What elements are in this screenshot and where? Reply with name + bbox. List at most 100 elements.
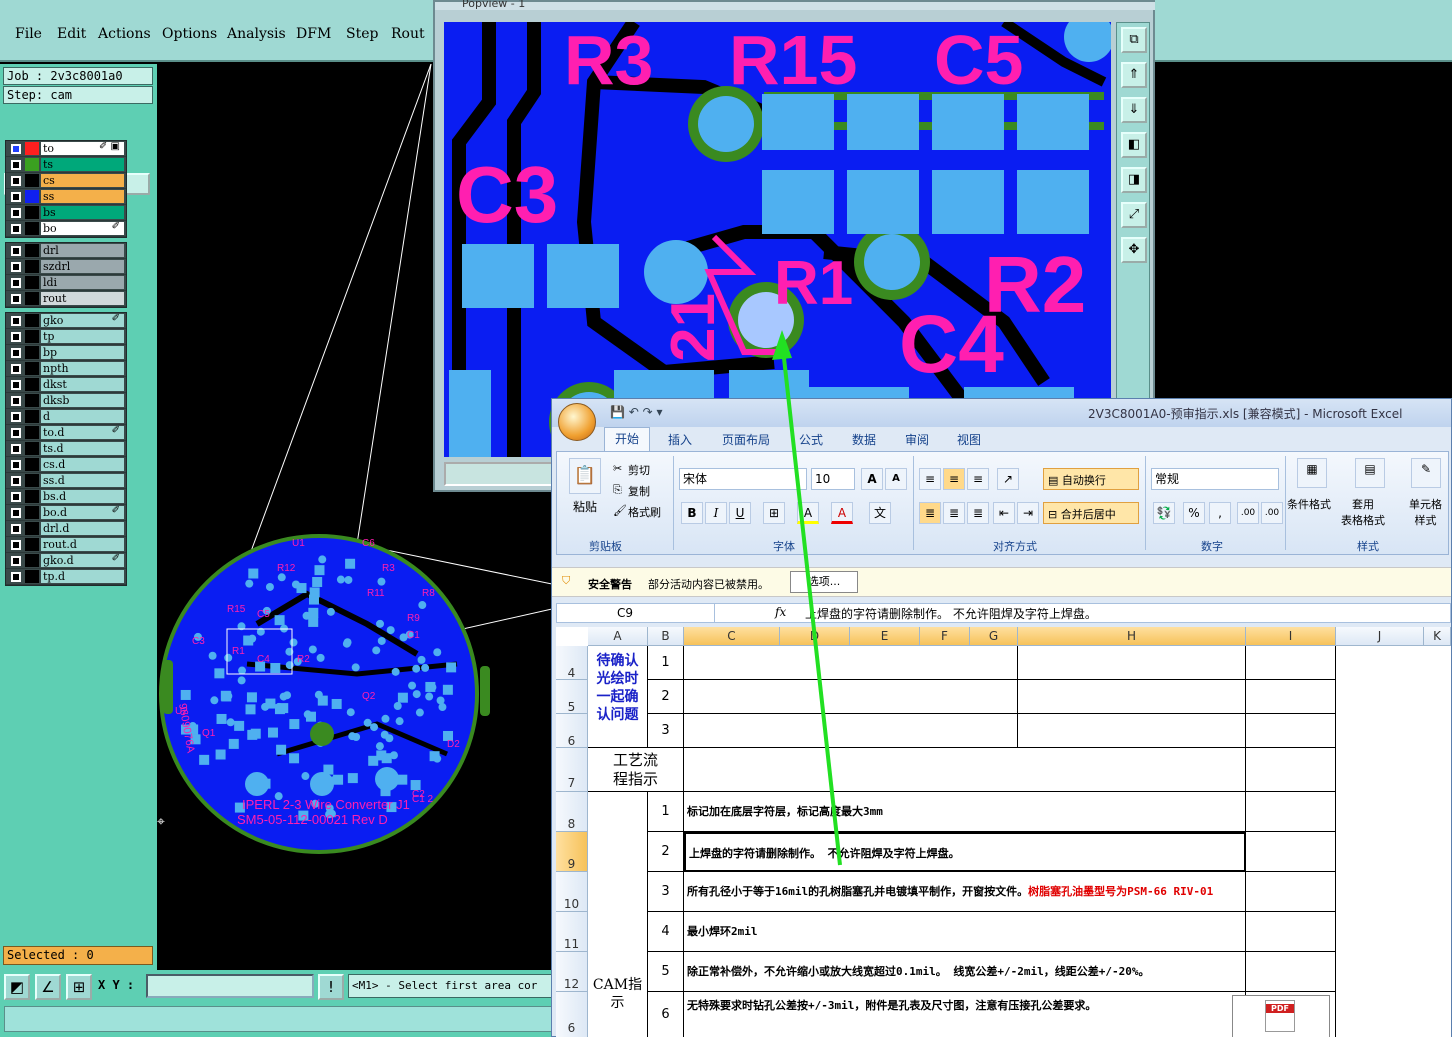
layer-row-tp.d[interactable]: tp.d bbox=[6, 569, 126, 585]
alert-icon[interactable]: ! bbox=[318, 974, 344, 1000]
layer-row-drl[interactable]: drl bbox=[6, 243, 126, 259]
tab-formulas[interactable]: 公式 bbox=[799, 431, 823, 448]
fill-color-icon[interactable]: A bbox=[797, 502, 819, 524]
cell-H5[interactable] bbox=[1018, 680, 1246, 714]
cell-B6[interactable]: 3 bbox=[648, 714, 684, 748]
popview-tool-icon[interactable]: ◧ bbox=[1121, 132, 1147, 158]
font-name-select[interactable]: 宋体 bbox=[679, 468, 807, 490]
cell-H4[interactable] bbox=[1018, 646, 1246, 680]
layer-checkbox[interactable] bbox=[11, 332, 21, 342]
instruction-cell[interactable]: 上焊盘的字符请删除制作。 不允许阻焊及字符上焊盘。 bbox=[684, 832, 1246, 872]
increase-indent-icon[interactable]: ⇥ bbox=[1017, 502, 1039, 524]
cell-B-instr[interactable]: 5 bbox=[648, 952, 684, 992]
tab-home[interactable]: 开始 bbox=[604, 427, 650, 451]
cell-B-instr[interactable]: 4 bbox=[648, 912, 684, 952]
menu-rout[interactable]: Rout bbox=[391, 26, 425, 42]
menu-analysis[interactable]: Analysis bbox=[227, 26, 286, 42]
column-header-D[interactable]: D bbox=[780, 627, 850, 646]
layer-checkbox[interactable] bbox=[11, 160, 21, 170]
row-header-6[interactable]: 6 bbox=[556, 714, 588, 748]
xy-input[interactable] bbox=[146, 974, 314, 998]
scissors-icon[interactable]: ✂ bbox=[613, 462, 622, 475]
tab-data[interactable]: 数据 bbox=[852, 431, 876, 448]
currency-icon[interactable]: 💱 bbox=[1153, 502, 1175, 524]
tab-review[interactable]: 审阅 bbox=[905, 431, 929, 448]
grid-snap-icon[interactable]: ⊞ bbox=[66, 974, 92, 1000]
paste-icon[interactable]: 📋 bbox=[569, 458, 601, 494]
layer-checkbox[interactable] bbox=[11, 176, 21, 186]
layer-checkbox[interactable] bbox=[11, 444, 21, 454]
layer-checkbox[interactable] bbox=[11, 224, 21, 234]
instruction-cell[interactable]: 除正常补偿外，不允许缩小或放大线宽超过0.1mil。 线宽公差+/-2mil，线… bbox=[684, 952, 1246, 992]
security-options-button[interactable]: 选项... bbox=[790, 571, 858, 593]
cell-C4[interactable] bbox=[684, 646, 1018, 680]
copy-icon[interactable]: ⎘ bbox=[613, 483, 622, 497]
layer-row-bo.d[interactable]: bo.d ✐ bbox=[6, 505, 126, 521]
percent-button[interactable]: % bbox=[1183, 502, 1205, 524]
name-box[interactable]: C9 bbox=[557, 604, 715, 622]
number-format-select[interactable]: 常规 bbox=[1151, 468, 1279, 490]
menu-step[interactable]: Step bbox=[346, 26, 378, 42]
layer-checkbox[interactable] bbox=[11, 316, 21, 326]
instruction-cell[interactable]: 无特殊要求时钻孔公差按+/-3mil，附件是孔表及尺寸图，注意有压接孔公差要求。 bbox=[684, 992, 1246, 1037]
conditional-format-icon[interactable]: ▦ bbox=[1297, 458, 1327, 488]
popview-tool-icon[interactable]: ⤢ bbox=[1121, 202, 1147, 228]
layer-row-ss[interactable]: ss bbox=[6, 189, 126, 205]
popview-canvas[interactable]: R3 R15 C5C3R1 R2C421 bbox=[444, 22, 1111, 457]
formula-input[interactable]: 上焊盘的字符请删除制作。 不允许阻焊及字符上焊盘。 bbox=[805, 605, 1097, 622]
cell-J4[interactable] bbox=[1246, 646, 1336, 680]
column-header-E[interactable]: E bbox=[850, 627, 920, 646]
layer-row-ts.d[interactable]: ts.d bbox=[6, 441, 126, 457]
tab-insert[interactable]: 插入 bbox=[668, 431, 692, 448]
layer-row-dksb[interactable]: dksb bbox=[6, 393, 126, 409]
copy-button[interactable]: 复制 bbox=[628, 483, 650, 499]
layer-row-rout.d[interactable]: rout.d bbox=[6, 537, 126, 553]
tab-page-layout[interactable]: 页面布局 bbox=[722, 431, 770, 448]
layer-row-ss.d[interactable]: ss.d bbox=[6, 473, 126, 489]
layer-row-d[interactable]: d bbox=[6, 409, 126, 425]
conditional-format-button[interactable]: 条件格式 bbox=[1287, 496, 1331, 512]
font-size-select[interactable]: 10 bbox=[811, 468, 855, 490]
shrink-font-icon[interactable]: A bbox=[885, 468, 907, 490]
cell-B5[interactable]: 2 bbox=[648, 680, 684, 714]
menu-actions[interactable]: Actions bbox=[98, 26, 151, 42]
paste-button[interactable]: 粘贴 bbox=[573, 498, 597, 515]
cell-B-instr[interactable]: 1 bbox=[648, 792, 684, 832]
bold-button[interactable]: B bbox=[681, 502, 703, 524]
layer-row-to[interactable]: to ✐ ▣ bbox=[6, 141, 126, 157]
align-right-icon[interactable]: ≣ bbox=[967, 502, 989, 524]
row-header-4[interactable]: 4 bbox=[556, 646, 588, 680]
fx-icon[interactable]: fx bbox=[775, 605, 786, 619]
cell-style-icon[interactable]: ✎ bbox=[1411, 458, 1441, 488]
layer-checkbox[interactable] bbox=[11, 476, 21, 486]
row-header-12[interactable]: 12 bbox=[556, 952, 588, 992]
menu-file[interactable]: File bbox=[15, 26, 42, 42]
popview-tool-icon[interactable]: ⇓ bbox=[1121, 97, 1147, 123]
align-center-icon[interactable]: ≣ bbox=[943, 502, 965, 524]
popview-tool-icon[interactable]: ⇑ bbox=[1121, 62, 1147, 88]
layer-row-bs[interactable]: bs bbox=[6, 205, 126, 221]
underline-button[interactable]: U bbox=[729, 502, 751, 524]
tab-view[interactable]: 视图 bbox=[957, 431, 981, 448]
layer-checkbox[interactable] bbox=[11, 208, 21, 218]
cell-J5[interactable] bbox=[1246, 680, 1336, 714]
menu-edit[interactable]: Edit bbox=[57, 26, 86, 42]
row-header-10[interactable]: 10 bbox=[556, 872, 588, 912]
orientation-icon[interactable]: ↗ bbox=[997, 468, 1019, 490]
column-header-H[interactable]: H bbox=[1018, 627, 1246, 646]
pdf-attachment[interactable]: PDF bbox=[1232, 995, 1330, 1037]
layer-checkbox[interactable] bbox=[11, 556, 21, 566]
column-header-C[interactable]: C bbox=[684, 627, 780, 646]
layer-checkbox[interactable] bbox=[11, 294, 21, 304]
cell-J-instr[interactable] bbox=[1246, 792, 1336, 832]
grow-font-icon[interactable]: A bbox=[861, 468, 883, 490]
layer-row-cs[interactable]: cs bbox=[6, 173, 126, 189]
layer-row-gko[interactable]: gko ✐ bbox=[6, 313, 126, 329]
cell-A4[interactable]: 待确认光绘时一起确认问题 bbox=[588, 646, 648, 748]
cell-C7[interactable] bbox=[684, 748, 1246, 792]
column-header-K[interactable]: K bbox=[1424, 627, 1451, 646]
layer-checkbox[interactable] bbox=[11, 396, 21, 406]
cell-B-instr[interactable]: 2 bbox=[648, 832, 684, 872]
layer-checkbox[interactable] bbox=[11, 278, 21, 288]
worksheet-grid[interactable]: A B C D E F G H I J K 4 5 6 7 8 9 10 11 12 6 待确认光绘时一起确认问题 工艺流程… bbox=[556, 627, 1451, 1037]
